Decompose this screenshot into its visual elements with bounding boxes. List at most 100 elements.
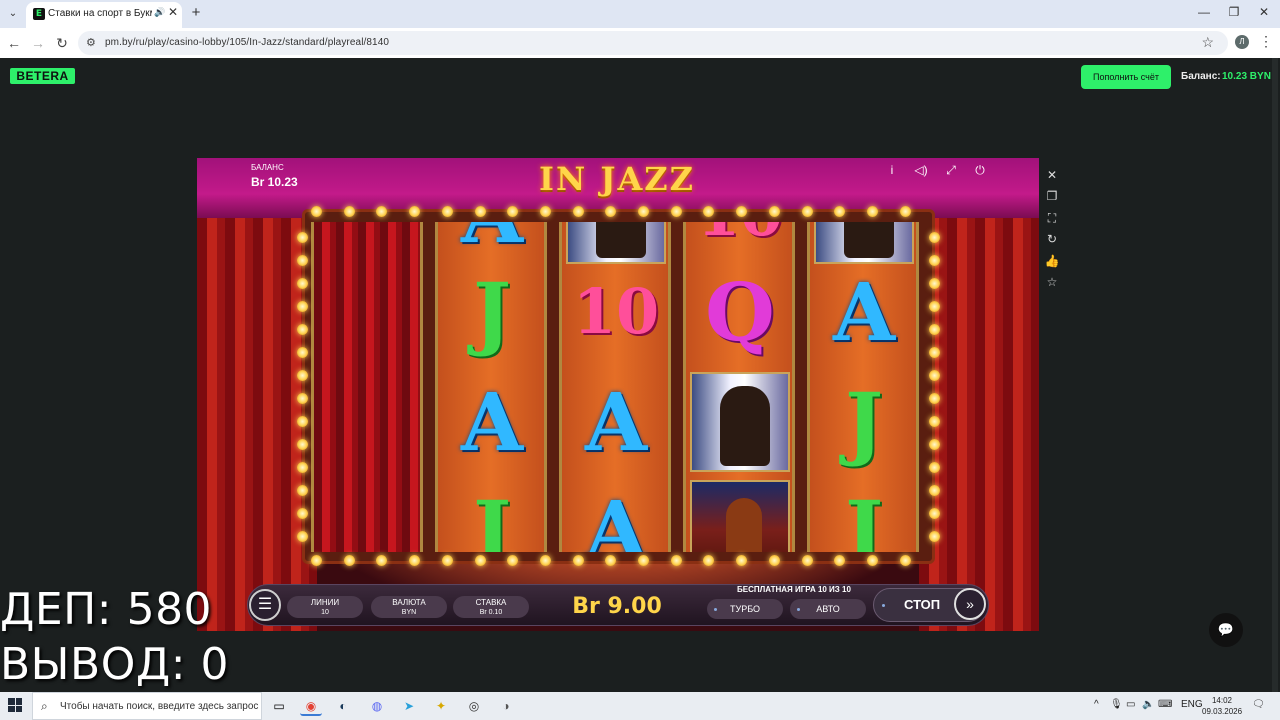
auto-label: АВТО (816, 604, 840, 614)
symbol-glyph: A (832, 265, 896, 359)
marquee-bulb (441, 206, 453, 217)
network-icon[interactable]: ▭ (1126, 699, 1135, 710)
free-games-counter: БЕСПЛАТНАЯ ИГРА 10 ИЗ 10 (737, 585, 851, 594)
currency-selector[interactable]: ВАЛЮТА BYN (371, 596, 447, 618)
lines-selector[interactable]: ЛИНИИ 10 (287, 596, 363, 618)
keyboard-icon[interactable]: ⌨ (1158, 699, 1172, 710)
reel-symbol-10: 10 (690, 222, 790, 264)
chrome-icon[interactable]: ◉ (300, 696, 322, 716)
volume-icon[interactable]: 🔈 (1142, 699, 1154, 710)
marquee-bulb (929, 232, 940, 243)
browser-menu-icon[interactable]: ⋮ (1259, 33, 1273, 50)
refresh-icon[interactable]: ↻ (1043, 232, 1061, 253)
speaker-icon[interactable]: 🔊 (154, 7, 165, 18)
back-arrow-icon[interactable]: ← (4, 33, 24, 53)
clock-date: 09.03.2026 (1202, 707, 1243, 716)
reel-symbol-10: 10 (566, 262, 666, 362)
hamburger-menu-button[interactable]: ☰ (249, 589, 281, 621)
marquee-bulb (929, 347, 940, 358)
app-icon[interactable]: ✦ (430, 696, 452, 716)
reel-symbol-j: J (814, 480, 914, 552)
auto-indicator-icon (797, 608, 800, 611)
taskbar-search-box[interactable]: ⌕ Чтобы начать поиск, введите здесь запр… (32, 692, 262, 720)
marquee-bulb (441, 555, 453, 566)
url-text[interactable]: pm.by/ru/play/casino-lobby/105/In-Jazz/s… (105, 37, 389, 48)
marquee-bulb (638, 206, 649, 217)
marquee-bulb (866, 555, 878, 566)
deposit-button[interactable]: Пополнить счёт (1081, 65, 1171, 89)
marquee-bulb (899, 206, 911, 217)
marquee-bulb (801, 555, 813, 566)
marquee-bulb (376, 206, 388, 217)
notifications-icon[interactable]: 🗨 (1252, 699, 1265, 710)
bet-label: СТАВКА (475, 598, 507, 607)
bet-selector[interactable]: СТАВКА Br 0.10 (453, 596, 529, 618)
bookmark-star-icon[interactable]: ☆ (1201, 34, 1214, 51)
task-view-icon[interactable]: ▭ (268, 696, 290, 716)
reload-icon[interactable]: ↻ (52, 33, 72, 53)
app2-icon[interactable]: ◑ (495, 696, 517, 716)
favorite-star-icon[interactable]: ☆ (1043, 275, 1061, 296)
site-settings-icon[interactable]: ⚙ (86, 36, 96, 49)
marquee-bulb (866, 206, 878, 217)
auto-button[interactable]: АВТО (790, 599, 866, 619)
right-curtain (919, 188, 1039, 631)
windows-start-icon[interactable] (8, 698, 22, 712)
marquee-bulb (409, 206, 421, 217)
fullscreen-icon[interactable]: ⤢ (943, 163, 959, 178)
thumbs-up-icon[interactable]: 👍 (1043, 254, 1061, 275)
microphone-icon[interactable]: 🎙 (1110, 699, 1123, 710)
game-frame[interactable]: IN JAZZ БАЛАНС Br 10.23 i ◁) ⤢ ⏻ AJAJ10A… (197, 158, 1039, 631)
new-tab-plus-icon[interactable]: + (188, 4, 204, 21)
browser-tab-active[interactable]: E Ставки на спорт в Букмеке 🔊 ✕ (26, 2, 182, 28)
obs-icon[interactable]: ◎ (463, 696, 485, 716)
language-indicator[interactable]: ENG (1181, 699, 1203, 710)
window-copy-icon[interactable]: ❐ (1043, 189, 1061, 210)
sound-icon[interactable]: ◁) (913, 163, 929, 177)
steam-icon[interactable]: ◐ (332, 696, 354, 716)
telegram-icon[interactable]: ➤ (398, 696, 420, 716)
reel-symbol-a: A (566, 372, 666, 472)
bet-value: Br 0.10 (479, 609, 503, 616)
marquee-bulb (297, 347, 308, 358)
marquee-bulb (638, 555, 649, 566)
expand-icon[interactable]: ⛶ (1043, 211, 1061, 232)
symbol-glyph: Q (705, 265, 775, 359)
restore-icon[interactable]: ❐ (1220, 5, 1248, 19)
page-scrollbar[interactable] (1272, 58, 1278, 692)
site-favicon-icon: E (33, 8, 45, 20)
marquee-bulb (474, 555, 486, 566)
minimize-icon[interactable]: — (1190, 5, 1218, 19)
power-icon[interactable]: ⏻ (972, 163, 988, 178)
fast-forward-button[interactable]: » (954, 588, 986, 620)
marquee-bulb (670, 555, 682, 566)
symbol-glyph: A (460, 375, 524, 469)
tray-chevron-icon[interactable]: ^ (1094, 699, 1099, 710)
marquee-bulb (539, 206, 551, 217)
close-game-icon[interactable]: ✕ (1043, 168, 1061, 189)
currency-value: BYN (401, 609, 417, 616)
symbol-glyph: J (845, 375, 883, 469)
marquee-bulb (929, 370, 940, 381)
taskbar-clock[interactable]: 14:02 09.03.2026 (1202, 695, 1242, 717)
url-bar[interactable]: ⚙ pm.by/ru/play/casino-lobby/105/In-Jazz… (78, 31, 1228, 55)
info-icon[interactable]: i (884, 163, 900, 177)
marquee-bulb (297, 232, 308, 243)
reel-2: AJAJ (435, 222, 547, 552)
turbo-button[interactable]: ТУРБО (707, 599, 783, 619)
tab-close-icon[interactable]: ✕ (168, 5, 178, 19)
marquee-bulb (297, 508, 308, 519)
betera-logo[interactable]: BETERA (10, 68, 75, 84)
reel-symbol-a: A (442, 372, 542, 472)
window-close-icon[interactable]: ✕ (1250, 5, 1278, 19)
tab-search-dropdown-icon[interactable]: ⌄ (4, 5, 22, 23)
profile-avatar[interactable]: Л (1235, 35, 1249, 49)
discord-icon[interactable]: ◍ (366, 696, 388, 716)
forward-arrow-icon[interactable]: → (28, 33, 48, 53)
clock-time: 14:02 (1211, 696, 1233, 705)
overlay-withdrawal: ВЫВОД: 0 (0, 639, 230, 690)
marquee-bulb (929, 531, 940, 542)
chat-icon[interactable]: 💬 (1209, 613, 1243, 647)
symbol-glyph: J (473, 483, 511, 552)
site-balance-value: 10.23 BYN (1222, 71, 1271, 82)
